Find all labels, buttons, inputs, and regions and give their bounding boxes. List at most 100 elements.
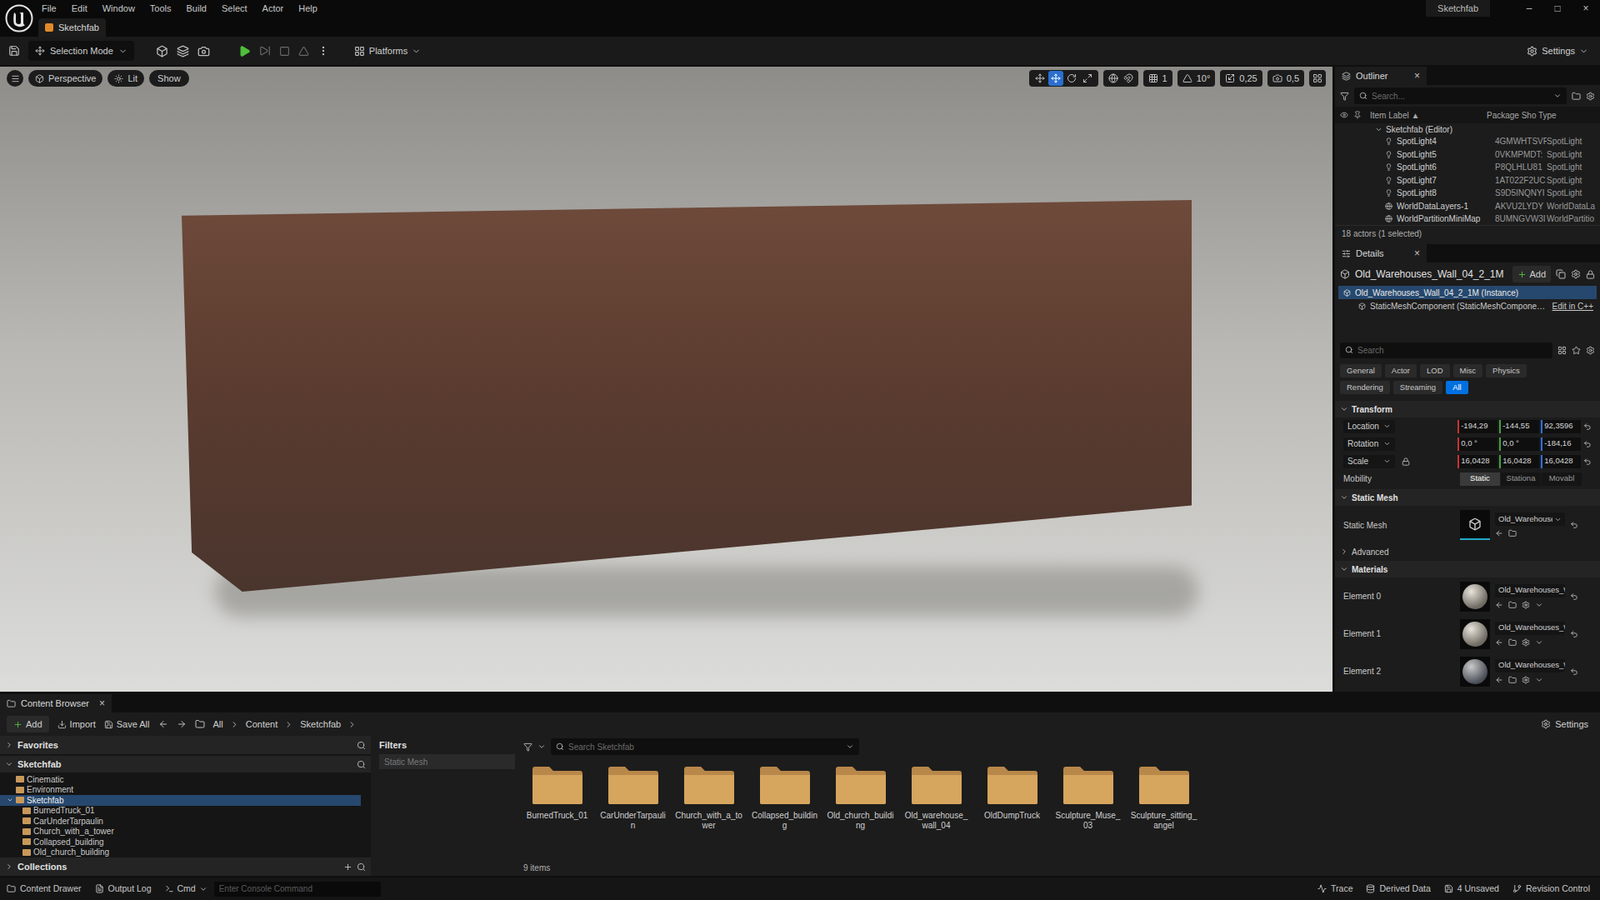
component-row[interactable]: Old_Warehouses_Wall_04_2_1M (Instance) <box>1338 285 1597 300</box>
blueprint-icon[interactable] <box>176 45 190 58</box>
folder-tile[interactable]: Sculpture_sitting_angel <box>1130 764 1198 860</box>
reset-icon[interactable] <box>1570 667 1579 676</box>
browse-icon[interactable] <box>1508 675 1517 685</box>
number-field[interactable]: -144,55 <box>1499 420 1540 434</box>
folder-tile[interactable]: Old_warehouse_wall_04 <box>902 764 970 860</box>
camera-speed[interactable]: 0,5 <box>1267 70 1305 87</box>
favorites-header[interactable]: Favorites <box>0 735 371 755</box>
console-input[interactable]: Enter Console Command <box>214 881 381 897</box>
window-control[interactable]: □ <box>1543 0 1572 17</box>
tree-item[interactable]: Cinematic <box>0 774 371 785</box>
material-picker[interactable]: Old_Warehouses_Wal <box>1495 621 1565 635</box>
show-button[interactable]: Show <box>149 70 190 87</box>
scale-icon[interactable] <box>1082 73 1093 84</box>
platforms-button[interactable]: Platforms <box>354 44 421 59</box>
menu-item[interactable]: Select <box>221 1 248 16</box>
perspective-button[interactable]: Perspective <box>28 70 103 87</box>
section-header[interactable]: Transform <box>1335 400 1600 418</box>
transform-mode-dropdown[interactable]: Rotation <box>1343 437 1395 451</box>
section-header[interactable]: Static Mesh <box>1335 489 1600 506</box>
filter-tab[interactable]: LOD <box>1420 364 1450 378</box>
menu-item[interactable]: Window <box>102 1 135 16</box>
star-icon[interactable] <box>1571 345 1581 355</box>
outliner-row[interactable]: WorldPartitionMiniMap8UMNGVW3IWorldParti… <box>1335 212 1600 225</box>
tree-item[interactable]: Sketchfab <box>0 795 361 806</box>
chevron-down-icon[interactable] <box>1535 600 1544 610</box>
folder-add-icon[interactable] <box>1571 91 1581 101</box>
filter-tab[interactable]: General <box>1340 364 1382 378</box>
number-field[interactable]: 16,0428 <box>1540 455 1581 469</box>
folder-tile[interactable]: OldDumpTruck <box>978 764 1046 860</box>
reset-icon[interactable] <box>1583 457 1592 466</box>
outliner-row[interactable]: SpotLight44GMWHTSVFSpotLight <box>1335 135 1600 149</box>
folder-tile[interactable]: Old_church_building <box>826 764 895 860</box>
plus-icon[interactable] <box>343 862 353 872</box>
selection-mode-button[interactable]: Selection Mode <box>28 40 135 61</box>
settings-button[interactable]: Settings <box>1526 44 1589 59</box>
content-drawer-button[interactable]: Content Drawer <box>6 882 82 896</box>
filter-icon[interactable] <box>1340 91 1350 101</box>
browse-icon[interactable] <box>1508 638 1517 647</box>
section-header[interactable]: Materials <box>1335 560 1600 578</box>
material-picker[interactable]: Old_Warehouses_Wal <box>1495 659 1565 673</box>
tree-item[interactable]: Collapsed_building <box>0 836 371 848</box>
folder-tile[interactable]: Collapsed_building <box>750 764 819 860</box>
material-thumbnail[interactable] <box>1460 581 1490 612</box>
number-field[interactable]: -184,16 <box>1540 437 1581 451</box>
details-search[interactable]: Search <box>1340 342 1553 359</box>
viewport[interactable]: PerspectiveLitShow110°0,250,5 <box>0 66 1333 692</box>
output-log-button[interactable]: Output Log <box>95 882 152 896</box>
save-all-button[interactable]: Save All <box>104 717 150 732</box>
window-control[interactable]: × <box>1571 0 1600 17</box>
number-field[interactable]: 16,0428 <box>1499 455 1540 469</box>
number-field[interactable]: 16,0428 <box>1457 455 1498 469</box>
add-button[interactable]: Add <box>6 715 50 733</box>
filter-tab[interactable]: Actor <box>1385 364 1417 378</box>
lock-icon[interactable] <box>1585 270 1595 280</box>
cmd-dropdown[interactable]: Cmd <box>165 882 208 896</box>
mobility-option[interactable]: Static <box>1460 472 1500 486</box>
lock-icon[interactable] <box>1401 457 1410 466</box>
material-thumbnail[interactable] <box>1460 656 1490 687</box>
filter-tab[interactable]: All <box>1445 380 1469 395</box>
use-selected-icon[interactable] <box>1495 600 1504 610</box>
chevron-down-icon[interactable] <box>1535 675 1544 685</box>
mesh-thumbnail[interactable] <box>1460 510 1490 540</box>
number-field[interactable]: -194,29 <box>1457 420 1498 434</box>
outliner-row[interactable]: SpotLight8S9D5INQNYISpotLight <box>1335 186 1600 200</box>
outliner-tab[interactable]: Outliner× <box>1335 66 1427 85</box>
folder-tile[interactable]: CarUnderTarpaulin <box>599 764 667 860</box>
filter-tab[interactable]: Streaming <box>1393 380 1443 395</box>
outliner-root-row[interactable]: Sketchfab (Editor) <box>1335 123 1600 135</box>
lit-button[interactable]: Lit <box>107 70 145 87</box>
menu-item[interactable]: Tools <box>150 1 172 16</box>
back-icon[interactable] <box>158 719 169 730</box>
forward-icon[interactable] <box>176 719 187 730</box>
section-header[interactable]: Advanced <box>1335 544 1600 560</box>
menu-item[interactable]: Edit <box>71 1 88 16</box>
tree-item[interactable]: CarUnderTarpaulin <box>0 815 371 827</box>
derived-data-button[interactable]: Derived Data <box>1365 882 1430 896</box>
gear-icon[interactable] <box>1585 91 1595 101</box>
outliner-row[interactable]: SpotLight50VKMPMDT:SpotLight <box>1335 148 1600 162</box>
mobility-option[interactable]: Stationa <box>1500 472 1541 486</box>
import-button[interactable]: Import <box>57 717 96 732</box>
edit-in-cpp-link[interactable]: Edit in C++ <box>1552 300 1594 313</box>
tree-item[interactable]: Church_with_a_tower <box>0 826 371 838</box>
content-browser-tab[interactable]: Content Browser× <box>0 694 112 713</box>
reset-icon[interactable] <box>1583 440 1592 449</box>
scale-snap[interactable]: 0,25 <box>1220 70 1262 87</box>
details-tab[interactable]: Details× <box>1335 244 1427 263</box>
folder-tile[interactable]: BurnedTruck_01 <box>523 764 591 860</box>
material-thumbnail[interactable] <box>1460 619 1490 650</box>
close-button[interactable]: × <box>99 695 105 711</box>
filter-icon[interactable] <box>523 742 533 752</box>
eject-icon[interactable] <box>298 45 310 57</box>
rotation-snap[interactable]: 10° <box>1177 70 1216 87</box>
level-tab[interactable]: Sketchfab <box>38 18 106 37</box>
filter-tab[interactable]: Rendering <box>1340 380 1390 395</box>
use-selected-icon[interactable] <box>1495 675 1504 685</box>
play-icon[interactable] <box>238 45 251 58</box>
cinematics-icon[interactable] <box>197 45 210 58</box>
unsaved-button[interactable]: 4 Unsaved <box>1444 882 1500 896</box>
